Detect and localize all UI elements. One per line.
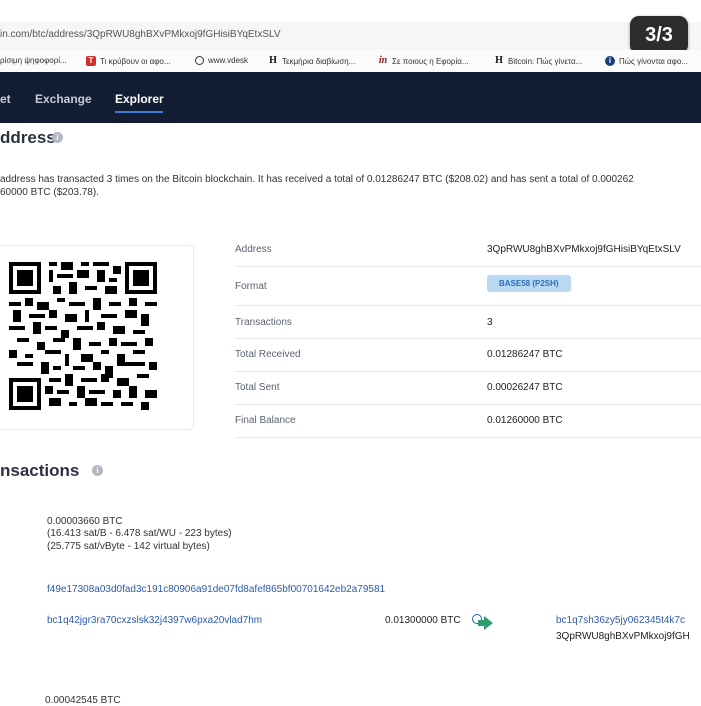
address-value[interactable]: 3QpRWU8ghBXvPMkxoj9fGHisiBYqEtxSLV	[487, 244, 681, 255]
in-logo-icon: in	[378, 55, 388, 66]
nav-item-exchange[interactable]: Exchange	[35, 92, 92, 106]
info-row-format: Format BASE58 (P2SH)	[235, 266, 701, 306]
total-received-label: Total Received	[235, 349, 301, 360]
address-description-line2: 60000 BTC ($203.78).	[0, 187, 99, 198]
info-row-final-balance: Final Balance 0.01260000 BTC	[235, 404, 701, 438]
h-logo-icon: H	[269, 55, 277, 66]
bookmark-item[interactable]: i Πώς γίνονται αφο...	[605, 56, 688, 66]
bookmark-item[interactable]: in Σε ποιους η Εφορία...	[378, 56, 469, 66]
tx-fee: 0.00003660 BTC	[47, 516, 123, 527]
info-row-total-received: Total Received 0.01286247 BTC	[235, 338, 701, 372]
total-sent-label: Total Sent	[235, 382, 280, 393]
bookmark-item[interactable]: T Τι κρύβουν οι αφο...	[86, 56, 171, 66]
bookmark-item[interactable]: ρίσιμη ψηφοφορί...	[0, 56, 67, 65]
bookmark-label: Πώς γίνονται αφο...	[619, 56, 688, 66]
bookmark-item[interactable]: www.vdesk	[195, 56, 248, 65]
blue-circle-icon: i	[605, 56, 615, 66]
info-icon[interactable]: i	[92, 465, 103, 476]
tx-output-address-current: 3QpRWU8ghBXvPMkxoj9fGH	[556, 631, 690, 642]
active-tab-underline	[115, 111, 163, 113]
bookmark-label: Τι κρύβουν οι αφο...	[100, 56, 171, 66]
address-label: Address	[235, 244, 272, 255]
transactions-value: 3	[487, 317, 493, 328]
url-text[interactable]: in.com/btc/address/3QpRWU8ghBXvPMkxoj9fG…	[0, 29, 281, 40]
bookmark-label: www.vdesk	[208, 56, 249, 65]
bookmark-item[interactable]: H Bitcoin: Πώς γίνετα...	[494, 56, 582, 66]
final-balance-value: 0.01260000 BTC	[487, 415, 563, 426]
total-received-value: 0.01286247 BTC	[487, 349, 563, 360]
info-row-transactions: Transactions 3	[235, 305, 701, 339]
tx-hash-link[interactable]: f49e17308a03d0fad3c191c80906a91de07fd8af…	[47, 584, 385, 595]
transactions-heading: nsactions	[0, 461, 80, 480]
info-row-total-sent: Total Sent 0.00026247 BTC	[235, 371, 701, 405]
format-label: Format	[235, 281, 267, 292]
info-icon[interactable]: i	[52, 132, 63, 143]
address-heading: ddress	[0, 128, 56, 147]
bookmark-label: ρίσιμη ψηφοφορί...	[0, 56, 67, 65]
qr-code	[9, 262, 157, 410]
tx-amount: 0.01300000 BTC	[385, 615, 461, 626]
tx-fee-rate: (16.413 sat/B - 6.478 sat/WU - 223 bytes…	[47, 528, 232, 539]
total-sent-value: 0.00026247 BTC	[487, 382, 563, 393]
format-badge: BASE58 (P2SH)	[487, 275, 571, 292]
bookmark-label: Σε ποιους η Εφορία...	[392, 56, 469, 66]
tx-output-address-link[interactable]: bc1q7sh36zy5jy062345t4k7c	[556, 615, 685, 626]
page-counter-badge: 3/3	[630, 16, 688, 54]
tx-input-address-link[interactable]: bc1q42jgr3ra70cxzslsk32j4397w6pxa20vlad7…	[47, 615, 262, 626]
site-nav: et Exchange Explorer	[0, 72, 701, 123]
address-description-line1: address has transacted 3 times on the Bi…	[0, 174, 634, 185]
arrow-right-icon-head	[484, 616, 493, 630]
transactions-label: Transactions	[235, 317, 292, 328]
red-app-icon: T	[86, 56, 96, 66]
address-bar[interactable]: in.com/btc/address/3QpRWU8ghBXvPMkxoj9fG…	[0, 22, 701, 51]
tx-fee-rate-vbyte: (25.775 sat/vByte - 142 virtual bytes)	[47, 541, 210, 552]
globe-icon	[195, 56, 204, 65]
info-row-address: Address 3QpRWU8ghBXvPMkxoj9fGHisiBYqEtxS…	[235, 242, 701, 267]
final-balance-label: Final Balance	[235, 415, 296, 426]
bookmark-item[interactable]: H Τεκμήρια διαβίωση...	[268, 56, 355, 66]
nav-item-wallet[interactable]: et	[0, 92, 11, 106]
bookmarks-bar: ρίσιμη ψηφοφορί... T Τι κρύβουν οι αφο..…	[0, 50, 701, 73]
bookmark-label: Τεκμήρια διαβίωση...	[282, 56, 356, 66]
nav-item-explorer[interactable]: Explorer	[115, 92, 164, 106]
h-logo-icon: H	[495, 55, 503, 66]
bookmark-label: Bitcoin: Πώς γίνετα...	[508, 56, 583, 66]
